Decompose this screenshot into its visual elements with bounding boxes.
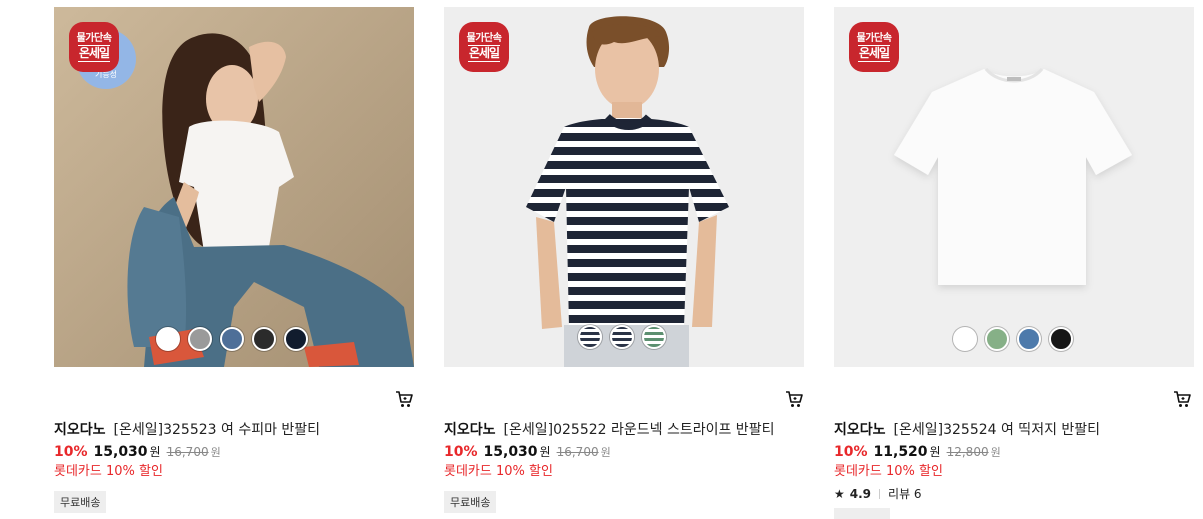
product-card[interactable]: 물가단속 온세일 지오다노 [온세일]325524 여 띡저지 반팔티 10% 11… (834, 7, 1194, 501)
sale-price: 15,030 (483, 444, 538, 460)
color-swatch-green-stripe[interactable] (642, 325, 666, 349)
product-name: [온세일]325523 여 수피마 반팔티 (113, 422, 321, 438)
original-price-unit: 원 (990, 446, 1001, 459)
sale-price: 15,030 (93, 444, 148, 460)
color-swatch-charcoal[interactable] (252, 327, 276, 351)
card-discount: 롯데카드 10% 할인 (54, 464, 163, 479)
color-swatch-navy-stripe[interactable] (610, 325, 634, 349)
original-price: 12,800 (946, 445, 989, 459)
cart-icon[interactable] (784, 389, 804, 409)
color-swatches (953, 327, 1073, 351)
brand-name: 지오다노 (444, 422, 496, 438)
color-swatch-white[interactable] (156, 327, 180, 351)
badge-line2: 온세일 (467, 44, 500, 62)
product-card[interactable]: 기능성 물가단속 온세일 지오다노 [온세일]325523 여 수피마 반팔티 1… (54, 7, 414, 513)
badge-line1: 물가단속 (76, 32, 112, 44)
product-title[interactable]: 지오다노 [온세일]025522 라운드넥 스트라이프 반팔티 (444, 420, 804, 440)
product-image[interactable]: 물가단속 온세일 (834, 7, 1194, 367)
product-title[interactable]: 지오다노 [온세일]325523 여 수피마 반팔티 (54, 420, 414, 440)
brand-name: 지오다노 (834, 422, 886, 438)
price-row: 10% 15,030 원 16,700 원 (54, 442, 414, 463)
product-name: [온세일]325524 여 띡저지 반팔티 (893, 422, 1101, 438)
color-swatch-navy-stripe[interactable] (578, 325, 602, 349)
product-info: 지오다노 [온세일]325523 여 수피마 반팔티 10% 15,030 원 16,7… (54, 420, 414, 513)
on-sale-badge: 물가단속 온세일 (459, 22, 509, 72)
sale-price: 11,520 (873, 444, 928, 460)
rating-row: ★ 4.9 리뷰 6 (834, 486, 1194, 502)
color-swatch-gray[interactable] (188, 327, 212, 351)
original-price: 16,700 (166, 445, 209, 459)
cart-icon[interactable] (394, 389, 414, 409)
badge-line2: 온세일 (857, 44, 890, 62)
discount-rate: 10% (54, 444, 88, 460)
badge-line1: 물가단속 (466, 32, 502, 44)
discount-rate: 10% (444, 444, 478, 460)
card-discount: 롯데카드 10% 할인 (444, 464, 553, 479)
color-swatches (156, 327, 308, 351)
color-swatch-blue[interactable] (220, 327, 244, 351)
rating-score: 4.9 (849, 487, 872, 501)
brand-name: 지오다노 (54, 422, 106, 438)
color-swatch-navy[interactable] (284, 327, 308, 351)
divider (879, 489, 881, 499)
product-image[interactable]: 물가단속 온세일 (444, 7, 804, 367)
product-name: [온세일]025522 라운드넥 스트라이프 반팔티 (503, 422, 775, 438)
tag-partial (834, 508, 890, 519)
price-row: 10% 11,520 원 12,800 원 (834, 442, 1194, 463)
cart-icon[interactable] (1172, 389, 1192, 409)
color-swatch-green[interactable] (985, 327, 1009, 351)
color-swatches (578, 325, 666, 349)
star-icon: ★ (834, 487, 845, 501)
price-row: 10% 15,030 원 16,700 원 (444, 442, 804, 463)
price-unit: 원 (539, 445, 551, 459)
product-image[interactable]: 기능성 물가단속 온세일 (54, 7, 414, 367)
product-title[interactable]: 지오다노 [온세일]325524 여 띡저지 반팔티 (834, 420, 1194, 440)
on-sale-badge: 물가단속 온세일 (69, 22, 119, 72)
original-price: 16,700 (556, 445, 599, 459)
on-sale-badge: 물가단속 온세일 (849, 22, 899, 72)
badge-line1: 물가단속 (856, 32, 892, 44)
original-price-unit: 원 (210, 446, 221, 459)
color-swatch-black[interactable] (1049, 327, 1073, 351)
free-shipping-tag: 무료배송 (54, 491, 107, 513)
original-price-unit: 원 (600, 446, 611, 459)
color-swatch-white[interactable] (953, 327, 977, 351)
free-shipping-tag: 무료배송 (444, 491, 497, 513)
review-count[interactable]: 리뷰 6 (888, 486, 922, 502)
price-unit: 원 (929, 445, 941, 459)
color-swatch-blue[interactable] (1017, 327, 1041, 351)
discount-rate: 10% (834, 444, 868, 460)
product-card[interactable]: 물가단속 온세일 지오다노 [온세일]025522 라운드넥 스트라이프 반팔티 … (444, 7, 804, 513)
price-unit: 원 (149, 445, 161, 459)
card-discount: 롯데카드 10% 할인 (834, 464, 943, 479)
product-info: 지오다노 [온세일]325524 여 띡저지 반팔티 10% 11,520 원 12,8… (834, 420, 1194, 502)
badge-line2: 온세일 (77, 44, 110, 62)
product-info: 지오다노 [온세일]025522 라운드넥 스트라이프 반팔티 10% 15,030… (444, 420, 804, 513)
